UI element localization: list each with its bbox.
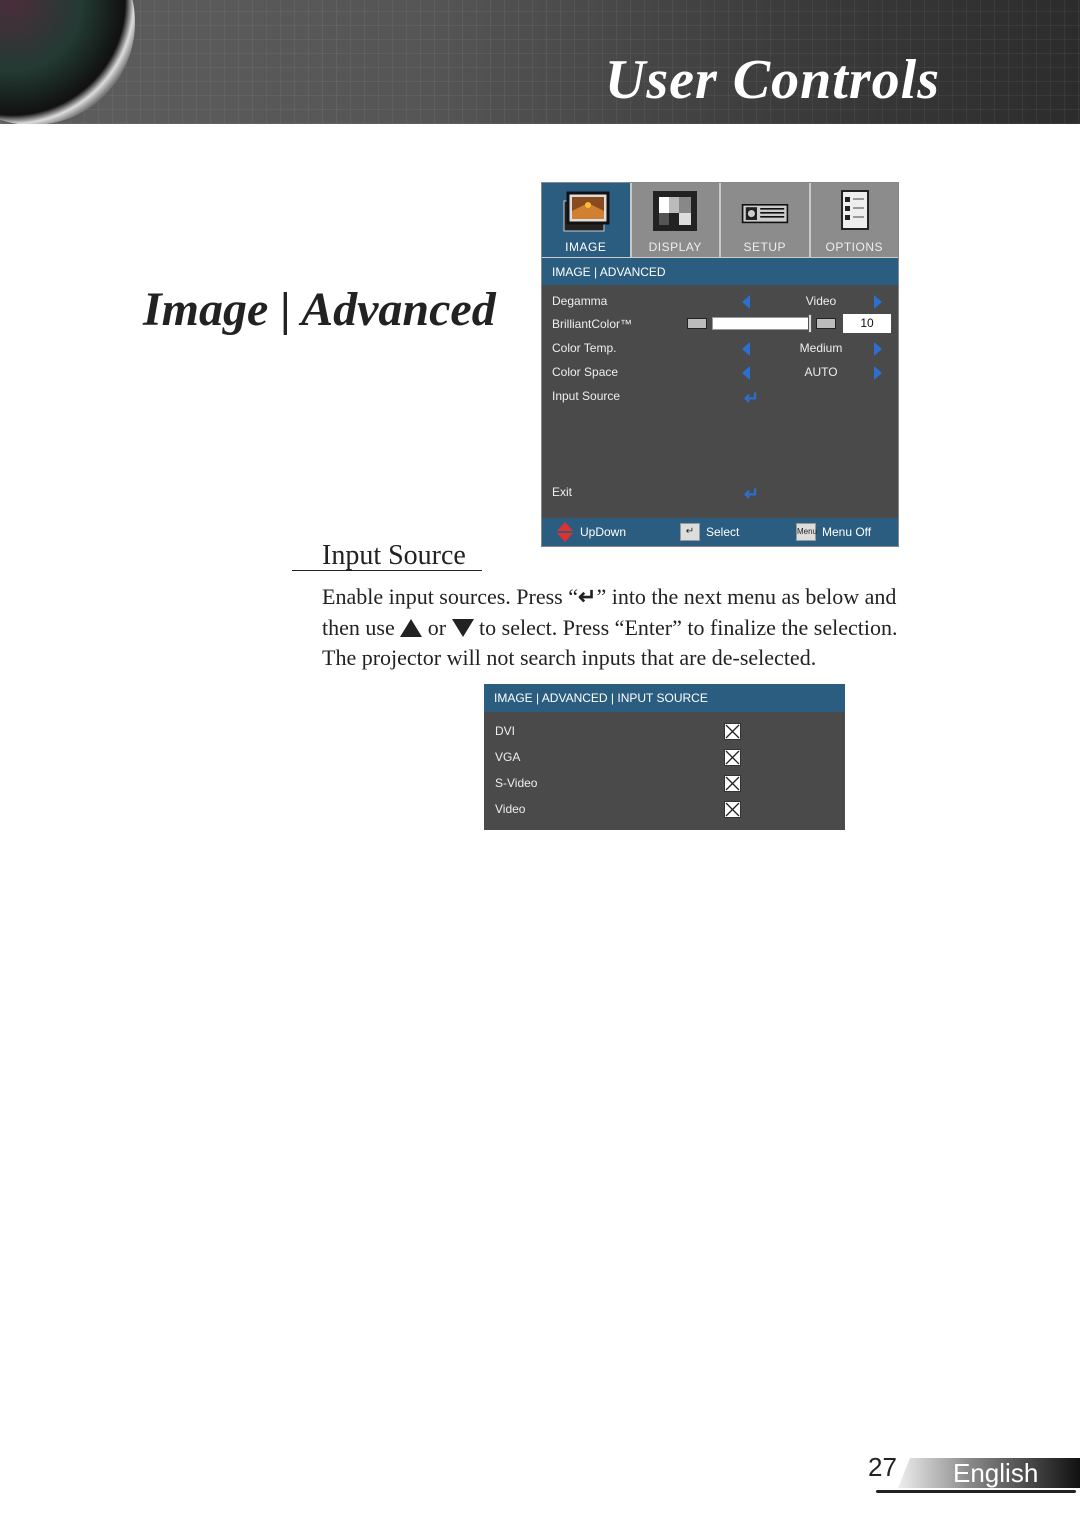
arrow-right-icon[interactable] xyxy=(874,295,882,309)
osd-breadcrumb: IMAGE | ADVANCED | INPUT SOURCE xyxy=(484,684,845,712)
tab-label: IMAGE xyxy=(565,240,607,254)
menu-row-degamma[interactable]: Degamma Video xyxy=(552,291,890,311)
enter-icon: ↵ xyxy=(578,584,597,609)
language-tab: English xyxy=(898,1458,1080,1488)
arrow-left-icon[interactable] xyxy=(742,366,750,380)
plus-key-icon xyxy=(816,318,836,329)
language-label: English xyxy=(953,1458,1039,1488)
up-arrow-icon xyxy=(400,618,423,637)
page-title: Image | Advanced xyxy=(143,283,496,336)
tab-label: DISPLAY xyxy=(648,240,702,254)
page-number: 27 xyxy=(868,1452,897,1482)
row-label: Exit xyxy=(552,485,573,499)
updown-arrows-icon xyxy=(557,522,573,542)
text: or xyxy=(422,614,452,640)
source-checkbox[interactable] xyxy=(724,749,741,766)
tab-label: SETUP xyxy=(743,240,786,254)
display-icon xyxy=(653,191,698,231)
slider-handle[interactable] xyxy=(808,314,812,333)
source-label: DVI xyxy=(495,724,516,738)
text: The projector will not search inputs tha… xyxy=(322,645,817,670)
row-label: BrilliantColor™ xyxy=(552,317,633,331)
brilliantcolor-slider[interactable] xyxy=(712,317,810,330)
menu-row-color-space[interactable]: Color Space AUTO xyxy=(552,362,890,382)
minus-key-icon xyxy=(687,318,707,329)
text: Enable input sources. Press “ xyxy=(322,584,578,609)
menu-row-input-source[interactable]: Input Source ↵ xyxy=(552,386,890,408)
menu-off-hint: Menu Off xyxy=(822,525,872,539)
source-row[interactable]: S-Video xyxy=(495,773,845,793)
row-value: Medium xyxy=(799,341,843,355)
row-label: Input Source xyxy=(552,389,621,403)
osd-menu-input-source: IMAGE | ADVANCED | INPUT SOURCE DVI VGA S-… xyxy=(484,684,845,830)
menu-row-color-temp[interactable]: Color Temp. Medium xyxy=(552,338,890,358)
options-checklist-icon xyxy=(841,190,870,230)
source-label: VGA xyxy=(495,750,521,764)
header-title: User Controls xyxy=(604,49,940,111)
enter-icon[interactable]: ↵ xyxy=(744,484,759,504)
tab-display[interactable]: DISPLAY xyxy=(632,183,721,257)
source-label: S-Video xyxy=(495,776,538,790)
source-checkbox[interactable] xyxy=(724,801,741,818)
source-checkbox[interactable] xyxy=(724,775,741,792)
select-hint: Select xyxy=(706,525,740,539)
text: ” into the next menu as below and xyxy=(596,584,897,609)
osd-breadcrumb: IMAGE | ADVANCED xyxy=(542,257,898,285)
section-description: Enable input sources. Press “↵” into the… xyxy=(322,582,1012,674)
row-label: Color Space xyxy=(552,365,619,379)
row-label: Color Temp. xyxy=(552,341,617,355)
osd-footer: UpDown ↵ Select Menu Menu Off xyxy=(542,518,898,546)
source-row[interactable]: VGA xyxy=(495,747,845,767)
source-label: Video xyxy=(495,802,526,816)
source-row[interactable]: Video xyxy=(495,799,845,819)
source-checkbox[interactable] xyxy=(724,723,741,740)
arrow-right-icon[interactable] xyxy=(874,366,882,380)
enter-key-icon: ↵ xyxy=(680,523,700,541)
text: to select. Press “Enter” to finalize the… xyxy=(473,614,898,640)
down-arrow-icon xyxy=(451,618,474,637)
osd-menu-advanced: IMAGE DISPLAY SETUP OPTIONS IMAGE | ADVA… xyxy=(541,182,899,547)
image-icon xyxy=(563,191,610,232)
slider-value: 10 xyxy=(843,314,891,333)
row-label: Degamma xyxy=(552,294,608,308)
row-value: Video xyxy=(805,294,837,308)
page-header: User Controls xyxy=(0,0,1080,124)
text: then use xyxy=(322,614,401,640)
projector-icon xyxy=(741,204,788,224)
heading-underline xyxy=(292,570,482,571)
tab-options[interactable]: OPTIONS xyxy=(811,183,899,257)
arrow-left-icon[interactable] xyxy=(742,295,750,309)
section-heading: Input Source xyxy=(322,540,466,571)
menu-row-exit[interactable]: Exit ↵ xyxy=(552,482,890,504)
arrow-left-icon[interactable] xyxy=(742,342,750,356)
page-footer: English 27 xyxy=(868,1452,1080,1494)
menu-key-icon: Menu xyxy=(796,523,817,541)
tab-image[interactable]: IMAGE xyxy=(542,183,632,257)
row-value: AUTO xyxy=(804,365,838,379)
tab-label: OPTIONS xyxy=(825,240,883,254)
arrow-right-icon[interactable] xyxy=(874,342,882,356)
updown-hint: UpDown xyxy=(580,525,627,539)
enter-icon[interactable]: ↵ xyxy=(744,388,759,408)
menu-row-brilliantcolor[interactable]: BrilliantColor™ 10 xyxy=(552,314,891,334)
tab-setup[interactable]: SETUP xyxy=(721,183,811,257)
source-row[interactable]: DVI xyxy=(495,721,845,741)
